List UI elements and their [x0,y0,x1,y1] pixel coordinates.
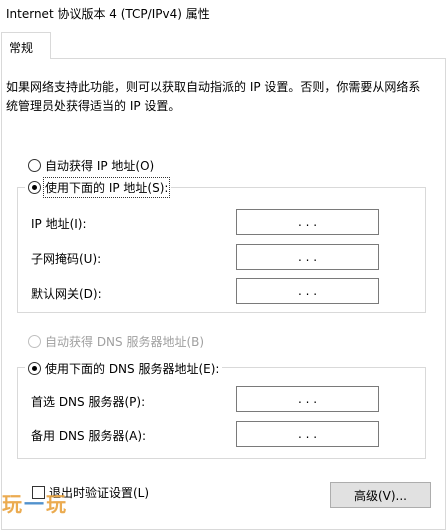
alternate-dns-value: . . . [297,427,318,441]
default-gateway-label: 默认网关(D): [31,287,102,301]
manual-dns-radio-indicator[interactable] [28,362,41,375]
auto-ip-label: 自动获得 IP 地址(O) [45,159,155,173]
preferred-dns-value: . . . [297,392,318,406]
preferred-dns-label: 首选 DNS 服务器(P): [31,395,146,409]
auto-dns-radio[interactable]: 自动获得 DNS 服务器地址(B) [28,333,204,350]
auto-dns-label: 自动获得 DNS 服务器地址(B) [45,335,205,349]
alternate-dns-input[interactable]: . . . [236,421,379,447]
watermark-logo: 玩一玩 [2,488,68,517]
manual-ip-radio[interactable]: 使用下面的 IP 地址(S): [25,177,172,198]
alternate-dns-label: 备用 DNS 服务器(A): [31,429,147,443]
description-text: 如果网络支持此功能，则可以获取自动指派的 IP 设置。否则，你需要从网络系统管理… [6,80,421,113]
ip-address-label: IP 地址(I): [31,217,87,231]
auto-dns-radio-indicator[interactable] [28,335,41,348]
window-title: Internet 协议版本 4 (TCP/IPv4) 属性 [6,7,210,21]
tab-general-label: 常规 [9,41,34,55]
advanced-button-label: 高级(V)... [353,488,408,503]
subnet-mask-label: 子网掩码(U): [31,252,102,266]
watermark-char-3: 玩 [46,492,68,516]
subnet-mask-input[interactable]: . . . [236,244,379,270]
default-gateway-input[interactable]: . . . [236,278,379,304]
watermark-char-2: 一 [24,492,46,516]
watermark-char-1: 玩 [2,492,24,516]
default-gateway-value: . . . [297,284,318,298]
tab-general[interactable]: 常规 [1,32,51,59]
manual-ip-label: 使用下面的 IP 地址(S): [42,177,171,198]
subnet-mask-value: . . . [297,250,318,264]
advanced-button[interactable]: 高级(V)... [330,482,431,508]
ip-address-input[interactable]: . . . [236,209,379,235]
manual-dns-radio[interactable]: 使用下面的 DNS 服务器地址(E): [25,360,223,377]
ip-address-value: . . . [297,215,318,229]
manual-ip-radio-indicator[interactable] [28,181,41,194]
manual-dns-label: 使用下面的 DNS 服务器地址(E): [45,362,220,376]
auto-ip-radio[interactable]: 自动获得 IP 地址(O) [28,157,154,174]
preferred-dns-input[interactable]: . . . [236,386,379,412]
auto-ip-radio-indicator[interactable] [28,159,41,172]
